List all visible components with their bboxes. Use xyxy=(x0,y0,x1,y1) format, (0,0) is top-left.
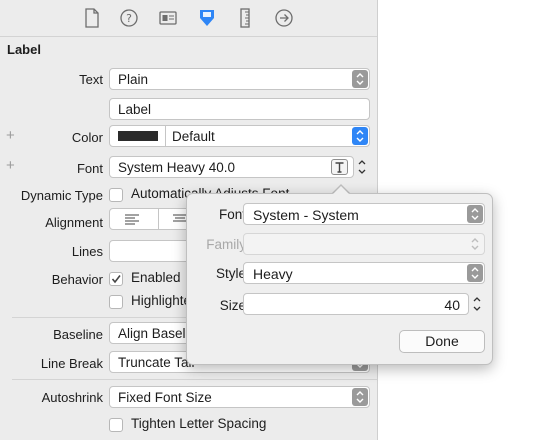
highlighted-checkbox[interactable] xyxy=(109,295,123,309)
font-popover: Font System - System Family Style Heavy … xyxy=(186,193,493,365)
baseline-label: Baseline xyxy=(53,327,103,342)
font-picker-button[interactable] xyxy=(331,159,348,175)
enabled-checkbox[interactable] xyxy=(109,272,123,286)
popup-arrows-icon xyxy=(471,238,479,250)
tighten-letter-spacing-label: Tighten Letter Spacing xyxy=(131,416,267,431)
file-icon[interactable] xyxy=(79,6,105,30)
popup-arrows-icon xyxy=(467,264,483,282)
color-value: Default xyxy=(172,129,215,144)
svg-text:?: ? xyxy=(126,12,132,25)
dynamic-type-checkbox[interactable] xyxy=(109,188,123,202)
identity-icon[interactable] xyxy=(155,6,181,30)
color-divider xyxy=(165,126,166,146)
popover-arrow-fill xyxy=(333,186,349,194)
size-ruler-icon[interactable] xyxy=(232,6,258,30)
text-type-popup[interactable]: Plain xyxy=(109,68,370,90)
font-label: Font xyxy=(76,161,103,176)
color-label: Color xyxy=(71,130,103,145)
behavior-label: Behavior xyxy=(51,272,103,287)
lines-label: Lines xyxy=(71,244,103,259)
stepper-arrows-icon xyxy=(358,160,366,174)
popover-style-popup[interactable]: Heavy xyxy=(243,262,485,284)
connections-icon[interactable] xyxy=(271,6,297,30)
text-value: Label xyxy=(118,102,152,117)
popover-size-stepper[interactable] xyxy=(471,293,483,315)
help-icon[interactable]: ? xyxy=(116,6,142,30)
popup-arrows-icon xyxy=(352,127,368,145)
color-swatch xyxy=(118,131,158,141)
popover-font-value: System - System xyxy=(253,207,359,223)
autoshrink-value: Fixed Font Size xyxy=(118,390,212,405)
font-value: System Heavy 40.0 xyxy=(118,160,236,175)
tighten-letter-spacing-checkbox[interactable] xyxy=(109,418,123,432)
popover-size-value: 40 xyxy=(444,297,460,313)
alignment-label: Alignment xyxy=(45,215,103,230)
separator xyxy=(12,379,377,380)
font-size-stepper[interactable] xyxy=(356,156,368,178)
section-title: Label xyxy=(7,42,41,57)
segment-divider xyxy=(158,209,159,229)
popover-size-field[interactable]: 40 xyxy=(243,293,469,315)
font-field[interactable]: System Heavy 40.0 xyxy=(109,156,354,178)
line-break-label: Line Break xyxy=(40,356,103,371)
done-button[interactable]: Done xyxy=(399,330,485,353)
popover-family-label: Family xyxy=(206,237,246,252)
attributes-icon[interactable] xyxy=(194,6,220,30)
popover-style-value: Heavy xyxy=(253,266,293,282)
popover-family-popup[interactable] xyxy=(243,233,485,255)
color-popup[interactable]: Default xyxy=(109,125,370,147)
popover-font-label: Font xyxy=(218,207,246,222)
checkmark-icon xyxy=(111,275,121,284)
stepper-arrows-icon xyxy=(473,297,481,311)
popup-arrows-icon xyxy=(467,205,483,223)
popover-style-label: Style xyxy=(215,266,246,281)
autoshrink-label: Autoshrink xyxy=(41,390,103,405)
line-break-value: Truncate Tail xyxy=(118,355,195,370)
popup-arrows-icon xyxy=(352,70,368,88)
text-label: Text xyxy=(79,72,103,87)
add-color-variation-icon[interactable]: + xyxy=(6,127,15,144)
autoshrink-popup[interactable]: Fixed Font Size xyxy=(109,386,370,408)
popup-arrows-icon xyxy=(352,388,368,406)
inspector-toolbar: ? xyxy=(0,0,377,37)
enabled-checkbox-label: Enabled xyxy=(131,270,181,285)
dynamic-type-label: Dynamic Type xyxy=(20,188,103,203)
add-font-variation-icon[interactable]: + xyxy=(6,157,15,174)
text-type-value: Plain xyxy=(118,72,149,87)
popover-font-popup[interactable]: System - System xyxy=(243,203,485,225)
align-left-icon[interactable] xyxy=(124,213,140,228)
font-t-icon xyxy=(335,162,344,173)
text-value-field[interactable]: Label xyxy=(109,98,370,120)
